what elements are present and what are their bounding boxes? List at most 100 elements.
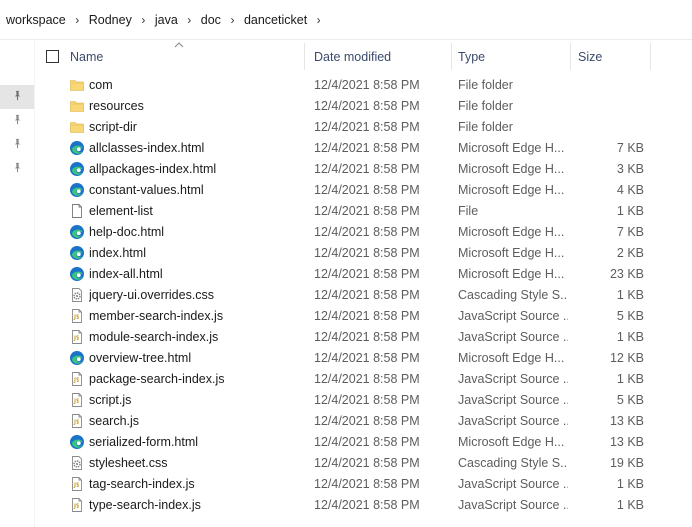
- quick-access-item[interactable]: [0, 157, 34, 181]
- quick-access-item[interactable]: [0, 133, 34, 157]
- css-file-icon: [69, 287, 85, 303]
- file-type: Cascading Style S...: [458, 288, 568, 302]
- column-divider[interactable]: [570, 43, 571, 70]
- file-name: index.html: [89, 246, 146, 260]
- file-size: [573, 117, 644, 138]
- file-name: type-search-index.js: [89, 498, 201, 512]
- column-divider[interactable]: [451, 43, 452, 70]
- js-file-icon: [69, 476, 85, 492]
- blank-file-icon: [69, 203, 85, 219]
- column-header-date-label: Date modified: [314, 49, 392, 64]
- column-header-name[interactable]: Name: [70, 41, 304, 72]
- file-date-modified: 12/4/2021 8:58 PM: [314, 141, 420, 155]
- file-row[interactable]: element-list 12/4/2021 8:58 PM File 1 KB: [35, 201, 692, 222]
- file-type: JavaScript Source ...: [458, 414, 568, 428]
- file-size: 5 KB: [616, 309, 644, 323]
- file-row[interactable]: member-search-index.js 12/4/2021 8:58 PM…: [35, 306, 692, 327]
- file-size: 12 KB: [609, 351, 644, 365]
- file-row[interactable]: index.html 12/4/2021 8:58 PM Microsoft E…: [35, 243, 692, 264]
- file-size: 1 KB: [616, 372, 644, 386]
- breadcrumb: workspace › Rodney › java › doc › dancet…: [4, 13, 328, 27]
- file-name: constant-values.html: [89, 183, 204, 197]
- file-name: script.js: [89, 393, 132, 407]
- file-row[interactable]: stylesheet.css 12/4/2021 8:58 PM Cascadi…: [35, 453, 692, 474]
- breadcrumb-item-java[interactable]: java: [153, 13, 180, 27]
- breadcrumb-separator-icon[interactable]: ›: [223, 13, 242, 27]
- file-size: [573, 75, 644, 96]
- file-size: 1 KB: [616, 498, 644, 512]
- file-size: [573, 96, 644, 117]
- breadcrumb-separator-icon[interactable]: ›: [309, 13, 328, 27]
- file-row[interactable]: script.js 12/4/2021 8:58 PM JavaScript S…: [35, 390, 692, 411]
- select-all-checkbox[interactable]: [46, 50, 59, 63]
- file-row[interactable]: search.js 12/4/2021 8:58 PM JavaScript S…: [35, 411, 692, 432]
- edge-icon: [69, 266, 85, 282]
- file-row[interactable]: allclasses-index.html 12/4/2021 8:58 PM …: [35, 138, 692, 159]
- file-date-modified: 12/4/2021 8:58 PM: [314, 204, 420, 218]
- breadcrumb-item-workspace[interactable]: workspace: [4, 13, 68, 27]
- column-header-type[interactable]: Type: [458, 41, 568, 72]
- column-header-name-label: Name: [70, 49, 104, 64]
- file-row[interactable]: index-all.html 12/4/2021 8:58 PM Microso…: [35, 264, 692, 285]
- file-name: element-list: [89, 204, 153, 218]
- css-file-icon: [69, 455, 85, 471]
- file-date-modified: 12/4/2021 8:58 PM: [314, 351, 420, 365]
- file-row[interactable]: script-dir 12/4/2021 8:58 PM File folder: [35, 117, 692, 138]
- file-date-modified: 12/4/2021 8:58 PM: [314, 477, 420, 491]
- file-row[interactable]: allpackages-index.html 12/4/2021 8:58 PM…: [35, 159, 692, 180]
- breadcrumb-item-danceticket[interactable]: danceticket: [242, 13, 309, 27]
- file-row[interactable]: tag-search-index.js 12/4/2021 8:58 PM Ja…: [35, 474, 692, 495]
- column-header-date[interactable]: Date modified: [314, 41, 450, 72]
- file-type: Microsoft Edge H...: [458, 225, 565, 239]
- breadcrumb-separator-icon[interactable]: ›: [134, 13, 153, 27]
- file-name: index-all.html: [89, 267, 163, 281]
- file-name: script-dir: [89, 120, 137, 134]
- js-file-icon: [69, 413, 85, 429]
- file-row[interactable]: module-search-index.js 12/4/2021 8:58 PM…: [35, 327, 692, 348]
- breadcrumb-item-rodney[interactable]: Rodney: [87, 13, 134, 27]
- file-name: allpackages-index.html: [89, 162, 217, 176]
- pin-icon: [12, 90, 23, 104]
- address-bar[interactable]: workspace › Rodney › java › doc › dancet…: [0, 0, 692, 40]
- file-row[interactable]: help-doc.html 12/4/2021 8:58 PM Microsof…: [35, 222, 692, 243]
- edge-icon: [69, 245, 85, 261]
- file-row[interactable]: package-search-index.js 12/4/2021 8:58 P…: [35, 369, 692, 390]
- file-type: File folder: [458, 120, 513, 134]
- file-size: 1 KB: [616, 330, 644, 344]
- breadcrumb-item-doc[interactable]: doc: [199, 13, 223, 27]
- file-name: com: [89, 78, 113, 92]
- breadcrumb-separator-icon[interactable]: ›: [180, 13, 199, 27]
- file-date-modified: 12/4/2021 8:58 PM: [314, 267, 420, 281]
- file-size: 1 KB: [616, 477, 644, 491]
- edge-icon: [69, 161, 85, 177]
- quick-access-item[interactable]: [0, 85, 34, 109]
- column-divider[interactable]: [650, 43, 651, 70]
- file-date-modified: 12/4/2021 8:58 PM: [314, 414, 420, 428]
- breadcrumb-separator-icon[interactable]: ›: [68, 13, 87, 27]
- file-date-modified: 12/4/2021 8:58 PM: [314, 246, 420, 260]
- file-row[interactable]: type-search-index.js 12/4/2021 8:58 PM J…: [35, 495, 692, 516]
- file-date-modified: 12/4/2021 8:58 PM: [314, 99, 420, 113]
- edge-icon: [69, 182, 85, 198]
- file-row[interactable]: resources 12/4/2021 8:58 PM File folder: [35, 96, 692, 117]
- file-date-modified: 12/4/2021 8:58 PM: [314, 225, 420, 239]
- file-name: allclasses-index.html: [89, 141, 205, 155]
- file-row[interactable]: overview-tree.html 12/4/2021 8:58 PM Mic…: [35, 348, 692, 369]
- file-name: tag-search-index.js: [89, 477, 195, 491]
- column-header-size[interactable]: Size: [578, 41, 648, 72]
- file-row[interactable]: com 12/4/2021 8:58 PM File folder: [35, 75, 692, 96]
- file-type: Microsoft Edge H...: [458, 183, 565, 197]
- folder-icon: [69, 77, 85, 93]
- file-name: search.js: [89, 414, 140, 428]
- file-row[interactable]: jquery-ui.overrides.css 12/4/2021 8:58 P…: [35, 285, 692, 306]
- file-row[interactable]: serialized-form.html 12/4/2021 8:58 PM M…: [35, 432, 692, 453]
- file-date-modified: 12/4/2021 8:58 PM: [314, 498, 420, 512]
- file-date-modified: 12/4/2021 8:58 PM: [314, 393, 420, 407]
- edge-icon: [69, 350, 85, 366]
- quick-access-item[interactable]: [0, 109, 34, 133]
- folder-icon: [69, 119, 85, 135]
- column-divider[interactable]: [304, 43, 305, 70]
- file-size: 23 KB: [609, 267, 644, 281]
- file-row[interactable]: constant-values.html 12/4/2021 8:58 PM M…: [35, 180, 692, 201]
- file-type: JavaScript Source ...: [458, 309, 568, 323]
